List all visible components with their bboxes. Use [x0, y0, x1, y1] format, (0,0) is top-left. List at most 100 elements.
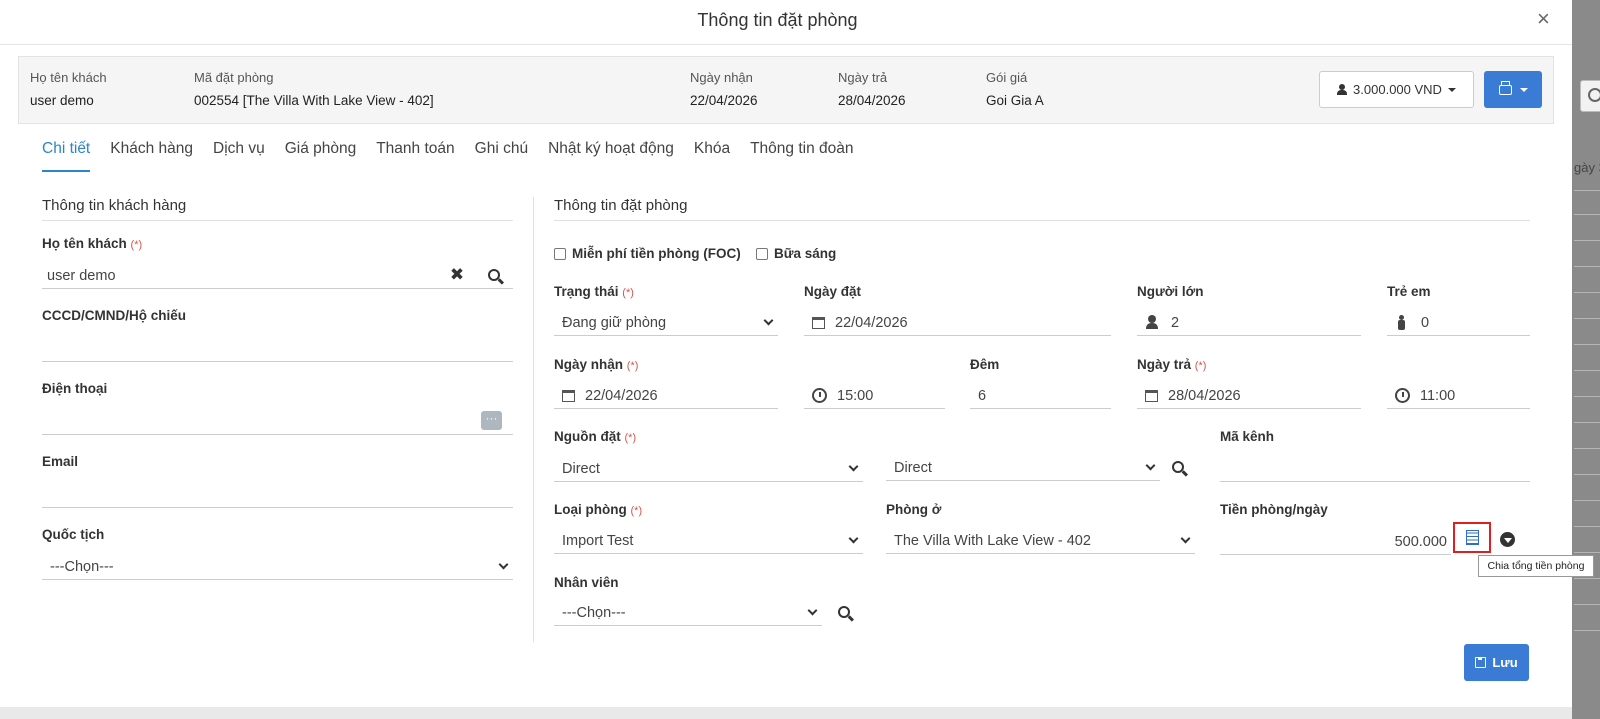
- chevron-down-icon: [807, 605, 818, 616]
- checkout-time-field[interactable]: 11:00: [1387, 383, 1530, 409]
- staff-select[interactable]: ---Chọn---: [554, 600, 822, 626]
- rate-value: 500.000: [1394, 533, 1447, 550]
- tab-activity-log[interactable]: Nhật ký hoạt động: [548, 140, 674, 172]
- adults-label: Người lớn: [1137, 284, 1204, 299]
- summary-code: Mã đặt phòng 002554 [The Villa With Lake…: [194, 70, 434, 108]
- staff-label: Nhân viên: [554, 575, 619, 590]
- tab-customer[interactable]: Khách hàng: [110, 140, 193, 172]
- clock-icon: [1395, 388, 1410, 403]
- booking-date-field[interactable]: 22/04/2026: [804, 310, 1111, 336]
- nationality-value: ---Chọn---: [50, 558, 114, 575]
- total-price-dropdown-button[interactable]: 3.000.000 VND: [1319, 71, 1474, 108]
- clock-icon: [1588, 88, 1600, 102]
- summary-package-label: Gói giá: [986, 70, 1028, 85]
- checkbox-box: [554, 247, 566, 260]
- room-select[interactable]: The Villa With Lake View - 402: [886, 528, 1195, 554]
- checkout-label: Ngày trả (*): [1137, 357, 1207, 372]
- channel-code-label: Mã kênh: [1220, 429, 1275, 444]
- print-icon: [1498, 80, 1512, 95]
- room-label: Phòng ở: [886, 502, 942, 517]
- foc-label: Miễn phí tiền phòng (FOC): [572, 246, 741, 261]
- background-clock-button: [1580, 80, 1600, 112]
- arrow-down-circle-icon[interactable]: [1500, 532, 1515, 547]
- checkin-date-field[interactable]: 22/04/2026: [554, 383, 778, 409]
- checkin-time-field[interactable]: 15:00: [804, 383, 945, 409]
- breakfast-checkbox[interactable]: Bữa sáng: [756, 246, 836, 261]
- summary-guest: Họ tên khách user demo: [30, 70, 107, 108]
- checkin-label: Ngày nhận (*): [554, 357, 639, 372]
- summary-checkin-label: Ngày nhận: [690, 70, 753, 85]
- summary-checkout-value: 28/04/2026: [838, 93, 906, 108]
- summary-package: Gói giá Goi Gia A: [986, 70, 1044, 108]
- nights-label: Đêm: [970, 357, 1000, 372]
- checkout-date-value: 28/04/2026: [1168, 387, 1241, 404]
- staff-value: ---Chọn---: [562, 604, 626, 621]
- source-label: Nguồn đặt (*): [554, 429, 637, 444]
- modal-title: Thông tin đặt phòng: [697, 10, 858, 30]
- source-select[interactable]: Direct: [554, 456, 863, 482]
- adult-icon: [1145, 314, 1161, 331]
- email-field[interactable]: [42, 482, 513, 508]
- chevron-down-icon: [1180, 533, 1191, 544]
- caret-down-icon: [1447, 87, 1456, 92]
- tab-payment[interactable]: Thanh toán: [376, 140, 454, 172]
- summary-guest-label: Họ tên khách: [30, 70, 107, 85]
- clear-icon[interactable]: ✖: [443, 262, 471, 288]
- summary-code-label: Mã đặt phòng: [194, 70, 274, 85]
- checkout-date-field[interactable]: 28/04/2026: [1137, 383, 1361, 409]
- search-icon[interactable]: [480, 262, 508, 288]
- tab-details[interactable]: Chi tiết: [42, 140, 91, 172]
- children-label: Trẻ em: [1387, 284, 1431, 299]
- channel-code-field[interactable]: [1220, 456, 1530, 482]
- summary-package-value: Goi Gia A: [986, 93, 1044, 108]
- tab-lock[interactable]: Khóa: [694, 140, 730, 172]
- tab-group-info[interactable]: Thông tin đoàn: [750, 140, 853, 172]
- person-icon: [1337, 83, 1348, 96]
- save-icon: [1475, 657, 1487, 668]
- save-label: Lưu: [1492, 655, 1518, 670]
- room-type-value: Import Test: [562, 532, 634, 549]
- search-icon[interactable]: [1164, 454, 1192, 480]
- children-field[interactable]: 0: [1387, 310, 1530, 336]
- chevron-down-icon: [1145, 460, 1156, 471]
- split-total-calculator-button[interactable]: [1453, 522, 1491, 553]
- booking-date-value: 22/04/2026: [835, 314, 908, 331]
- tab-notes[interactable]: Ghi chú: [475, 140, 528, 172]
- status-select[interactable]: Đang giữ phòng: [554, 310, 778, 336]
- customer-section-title: Thông tin khách hàng: [42, 197, 513, 221]
- column-divider: [533, 197, 534, 642]
- source-detail-value: Direct: [894, 459, 932, 476]
- checkin-date-value: 22/04/2026: [585, 387, 658, 404]
- adults-value: 2: [1171, 314, 1180, 331]
- save-button[interactable]: Lưu: [1464, 644, 1529, 681]
- nights-field[interactable]: 6: [970, 383, 1111, 409]
- calendar-icon: [1145, 389, 1158, 402]
- more-icon[interactable]: ···: [481, 411, 502, 430]
- tab-services[interactable]: Dịch vụ: [213, 140, 265, 172]
- booking-date-label: Ngày đặt: [804, 284, 862, 299]
- rate-field[interactable]: 500.000: [1220, 529, 1451, 555]
- total-price-label: 3.000.000 VND: [1353, 82, 1442, 97]
- chevron-down-icon: [848, 461, 859, 472]
- nationality-select[interactable]: ---Chọn---: [42, 554, 513, 580]
- source-value: Direct: [562, 460, 600, 477]
- search-icon[interactable]: [830, 599, 858, 625]
- checkout-time-value: 11:00: [1420, 387, 1456, 404]
- chevron-down-icon: [763, 315, 774, 326]
- source-detail-select[interactable]: Direct: [886, 455, 1160, 481]
- rate-label: Tiền phòng/ngày: [1220, 502, 1328, 517]
- email-label: Email: [42, 454, 79, 469]
- clock-icon: [812, 388, 827, 403]
- print-dropdown-button[interactable]: [1484, 71, 1542, 108]
- foc-checkbox[interactable]: Miễn phí tiền phòng (FOC): [554, 246, 741, 261]
- tab-room-rate[interactable]: Giá phòng: [285, 140, 357, 172]
- calculator-icon: [1465, 530, 1479, 545]
- tab-bar: Chi tiết Khách hàng Dịch vụ Giá phòng Th…: [42, 140, 874, 172]
- room-type-select[interactable]: Import Test: [554, 528, 863, 554]
- checkin-time-value: 15:00: [837, 387, 874, 404]
- close-icon[interactable]: ×: [1537, 8, 1550, 30]
- adults-field[interactable]: 2: [1137, 310, 1361, 336]
- id-document-field[interactable]: [42, 336, 513, 362]
- phone-label: Điện thoại: [42, 381, 108, 396]
- phone-field[interactable]: [42, 409, 513, 435]
